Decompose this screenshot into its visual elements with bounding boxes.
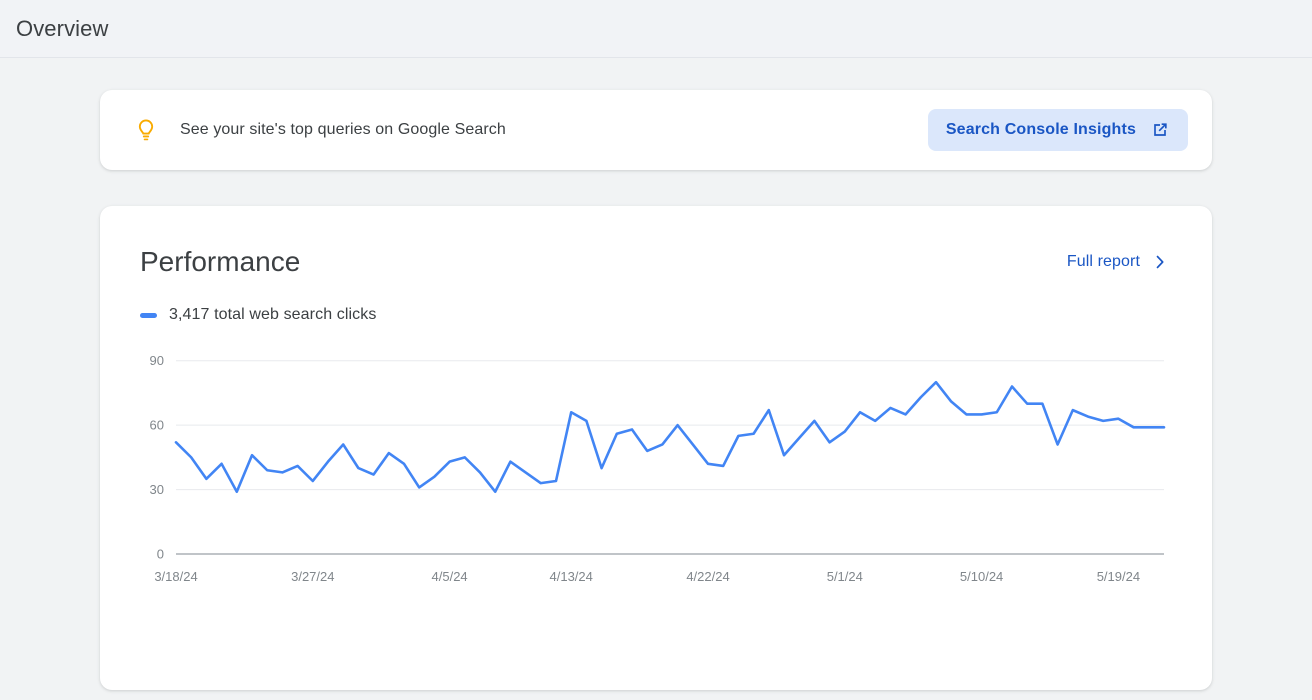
search-console-insights-button[interactable]: Search Console Insights xyxy=(927,109,1188,151)
performance-card: Performance Full report 3,417 total web … xyxy=(100,206,1212,690)
chart-x-tick-label: 3/27/24 xyxy=(291,569,334,584)
legend-label: 3,417 total web search clicks xyxy=(169,306,377,323)
legend-color-swatch xyxy=(140,312,157,318)
chart-x-tick-label: 4/13/24 xyxy=(550,569,593,584)
full-report-link[interactable]: Full report xyxy=(1067,252,1172,272)
chevron-right-icon xyxy=(1150,252,1170,272)
chart-y-tick-label: 90 xyxy=(150,353,164,368)
chart-x-tick-label: 3/18/24 xyxy=(154,569,197,584)
insight-message: See your site's top queries on Google Se… xyxy=(180,121,506,138)
performance-chart[interactable]: 0 30 60 90 3/18/24 3/27/24 4/5/24 4/13/24 4/22/2… xyxy=(140,342,1172,596)
performance-title: Performance xyxy=(140,246,301,277)
chart-x-tick-label: 5/10/24 xyxy=(960,569,1003,584)
chart-x-tick-label: 4/22/24 xyxy=(686,569,729,584)
chart-x-tick-label: 4/5/24 xyxy=(432,569,468,584)
performance-line-chart-svg[interactable]: 0 30 60 90 3/18/24 3/27/24 4/5/24 4/13/24 4/22/2… xyxy=(140,342,1172,596)
open-in-new-icon xyxy=(1150,120,1170,140)
lightbulb-icon xyxy=(124,116,168,144)
chart-y-tick-label: 0 xyxy=(157,547,164,562)
chart-y-tick-label: 30 xyxy=(150,482,164,497)
chart-legend[interactable]: 3,417 total web search clicks xyxy=(140,306,1172,324)
page-header: Overview xyxy=(0,0,1312,58)
chart-x-tick-label: 5/1/24 xyxy=(827,569,863,584)
performance-card-header: Performance Full report xyxy=(140,246,1172,278)
full-report-label: Full report xyxy=(1066,253,1140,270)
main-content: See your site's top queries on Google Se… xyxy=(0,58,1312,690)
chart-y-tick-label: 60 xyxy=(150,418,164,433)
search-console-insights-banner: See your site's top queries on Google Se… xyxy=(100,90,1212,170)
page-title: Overview xyxy=(16,15,109,41)
chart-x-tick-label: 5/19/24 xyxy=(1097,569,1140,584)
insights-button-label: Search Console Insights xyxy=(945,121,1136,138)
chart-series-line[interactable] xyxy=(174,380,1166,494)
